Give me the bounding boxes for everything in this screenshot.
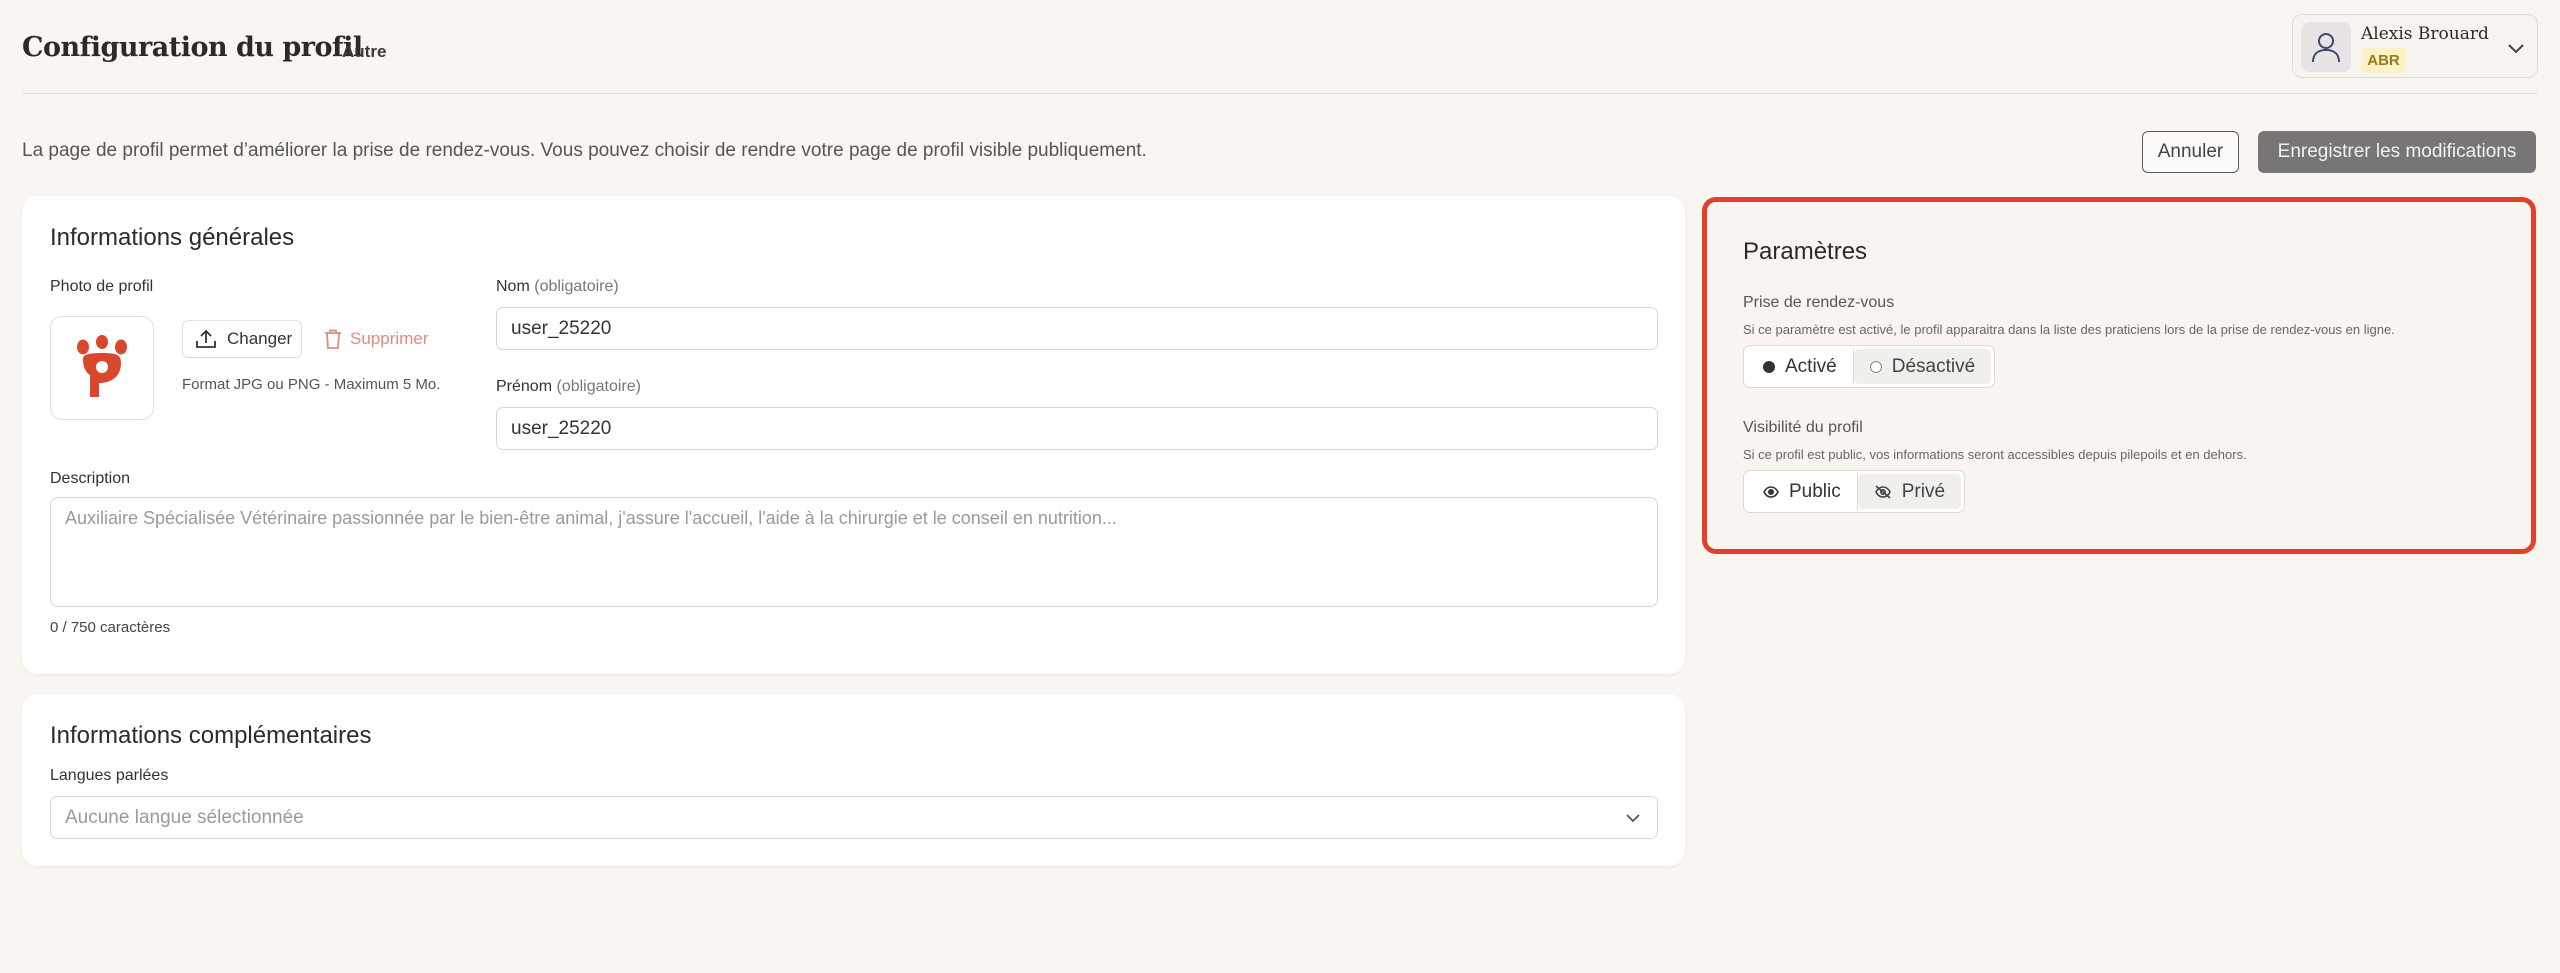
extra-info-card: Informations complémentaires Langues par… (22, 694, 1685, 866)
eye-off-icon (1874, 484, 1891, 499)
change-photo-label: Changer (227, 329, 293, 348)
visibility-label: Visibilité du profil (1743, 419, 1863, 436)
radio-unselected-icon (1869, 360, 1882, 373)
extra-info-title: Informations complémentaires (50, 722, 372, 749)
general-info-title: Informations générales (50, 224, 295, 251)
languages-placeholder: Aucune langue sélectionnée (65, 806, 304, 828)
booking-option-off[interactable]: Désactivé (1853, 349, 1992, 384)
settings-panel: Paramètres Prise de rendez-vous Si ce pa… (1702, 197, 2536, 554)
languages-label: Langues parlées (50, 767, 169, 784)
languages-select[interactable]: Aucune langue sélectionnée (50, 796, 1658, 839)
prenom-label: Prénom (obligatoire) (496, 378, 641, 396)
booking-description: Si ce paramètre est activé, le profil ap… (1743, 322, 2395, 337)
visibility-option-public-label: Public (1789, 480, 1841, 502)
nom-label: Nom (obligatoire) (496, 278, 619, 296)
page-subtitle: Autre (342, 42, 387, 61)
page-header: Configuration du profil Autre Alexis Bro… (22, 0, 2538, 94)
page-title: Configuration du profil (22, 32, 363, 63)
delete-photo-button[interactable]: Supprimer (318, 320, 448, 358)
prenom-label-text: Prénom (496, 378, 553, 395)
profile-photo[interactable] (50, 316, 154, 420)
chevron-down-icon (1626, 813, 1640, 822)
change-photo-button[interactable]: Changer (182, 320, 302, 358)
description-label: Description (50, 470, 131, 487)
format-hint: Format JPG ou PNG - Maximum 5 Mo. (182, 376, 441, 393)
user-menu[interactable]: Alexis Brouard ABR (2292, 14, 2538, 78)
delete-photo-label: Supprimer (350, 329, 429, 348)
eye-icon (1763, 485, 1779, 498)
save-button[interactable]: Enregistrer les modifications (2258, 131, 2536, 173)
char-count: 0 / 750 caractères (50, 619, 171, 636)
user-initials-badge: ABR (2361, 48, 2406, 73)
booking-label: Prise de rendez-vous (1743, 294, 1895, 311)
booking-option-off-label: Désactivé (1891, 355, 1976, 377)
prenom-required: (obligatoire) (556, 378, 641, 395)
trash-icon (325, 329, 341, 349)
booking-option-on-label: Activé (1785, 355, 1837, 377)
chevron-down-icon[interactable] (2505, 37, 2527, 59)
visibility-option-private-label: Privé (1901, 480, 1946, 502)
general-info-card: Informations générales Photo de profil C… (22, 196, 1685, 674)
photo-label: Photo de profil (50, 278, 154, 295)
booking-toggle: Activé Désactivé (1743, 345, 1996, 388)
settings-title: Paramètres (1743, 238, 1868, 265)
visibility-description: Si ce profil est public, vos information… (1743, 447, 2247, 462)
visibility-toggle: Public Privé (1743, 470, 1966, 513)
nom-label-text: Nom (496, 278, 530, 295)
prenom-input[interactable]: user_25220 (496, 407, 1658, 450)
nom-input[interactable]: user_25220 (496, 307, 1658, 350)
visibility-option-public[interactable]: Public (1747, 474, 1857, 509)
upload-icon (196, 329, 216, 348)
cancel-button[interactable]: Annuler (2142, 131, 2239, 173)
intro-text: La page de profil permet d’améliorer la … (22, 140, 1147, 161)
user-icon (2301, 22, 2351, 72)
user-name: Alexis Brouard (2361, 24, 2489, 44)
radio-selected-icon (1763, 360, 1775, 373)
nom-required: (obligatoire) (534, 278, 619, 295)
visibility-option-private[interactable]: Privé (1857, 474, 1962, 509)
booking-option-on[interactable]: Activé (1747, 349, 1853, 384)
description-textarea[interactable]: Auxiliaire Spécialisée Vétérinaire passi… (50, 497, 1658, 607)
paw-logo (77, 335, 127, 397)
